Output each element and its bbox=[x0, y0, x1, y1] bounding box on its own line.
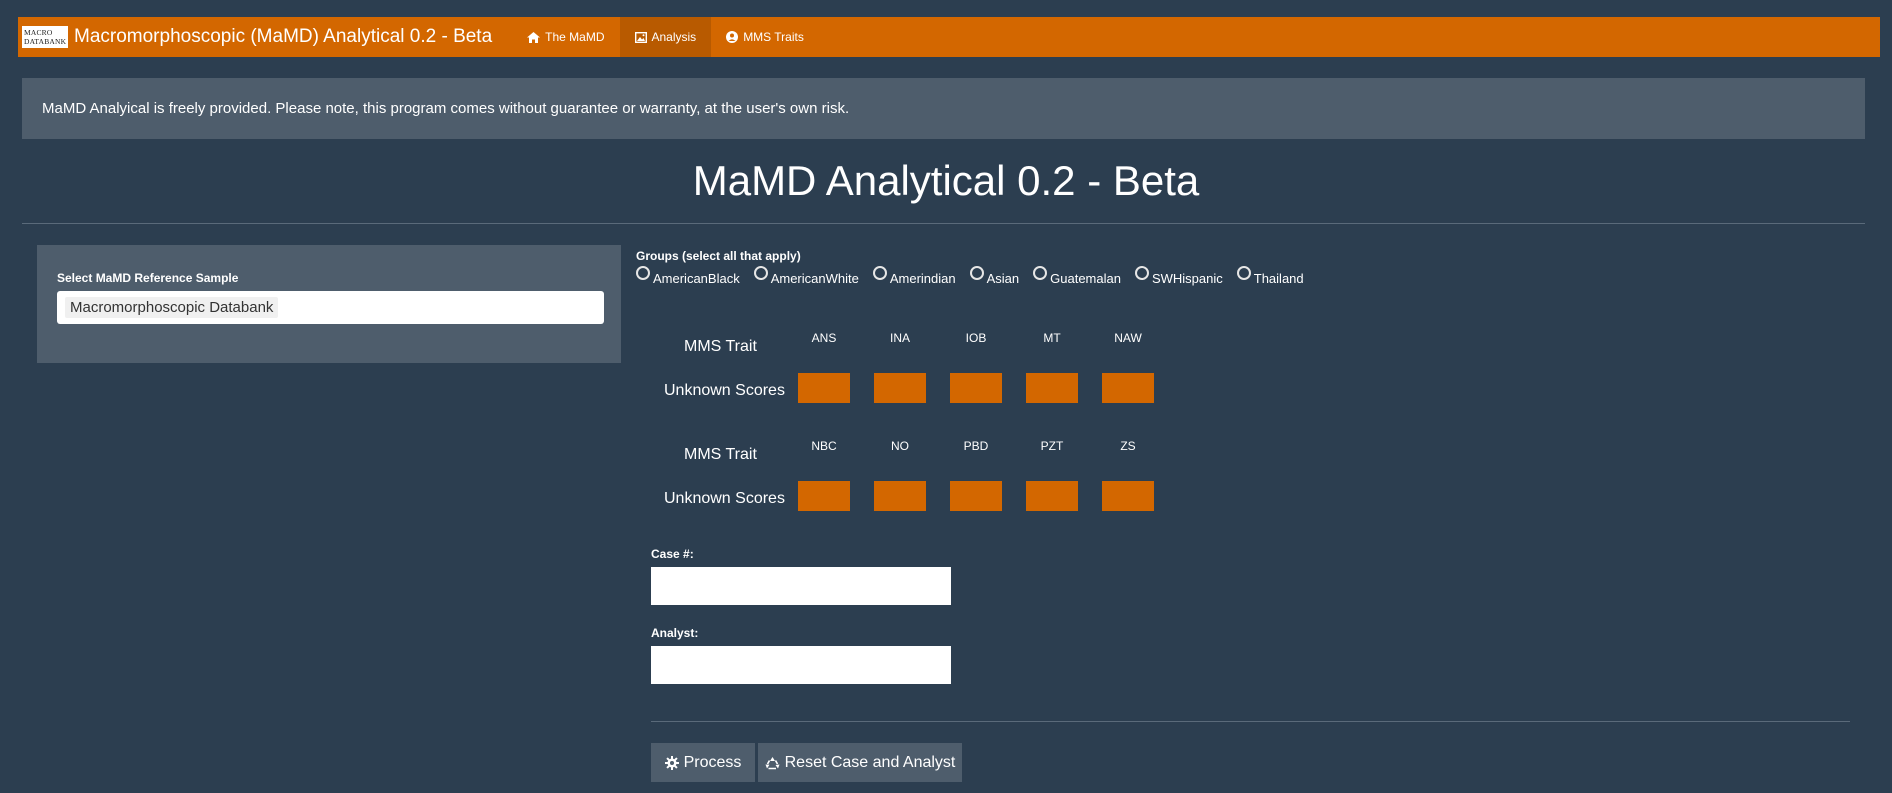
group-option-amerindian[interactable]: Amerindian bbox=[872, 266, 956, 286]
score-input-nbc[interactable] bbox=[798, 481, 850, 511]
reset-case-analyst-button[interactable]: Reset Case and Analyst bbox=[758, 743, 962, 782]
group-label: Guatemalan bbox=[1050, 271, 1121, 286]
picture-icon bbox=[634, 31, 647, 43]
divider bbox=[651, 721, 1850, 722]
score-input-no[interactable] bbox=[874, 481, 926, 511]
process-label: Process bbox=[683, 753, 742, 771]
group-label: SWHispanic bbox=[1151, 271, 1223, 286]
home-icon bbox=[527, 31, 541, 43]
unknown-scores-label: Unknown Scores bbox=[664, 490, 785, 507]
top-navbar: MACRO DATABANK Macromorphoscopic (MaMD) … bbox=[18, 17, 1880, 57]
score-input-zs[interactable] bbox=[1102, 481, 1154, 511]
score-input-mt[interactable] bbox=[1026, 373, 1078, 403]
trait-name-naw: NAW bbox=[1114, 331, 1142, 345]
trait-name-no: NO bbox=[891, 439, 909, 453]
radio-button[interactable] bbox=[1134, 266, 1149, 280]
group-label: Asian bbox=[986, 271, 1020, 286]
group-option-guatemalan[interactable]: Guatemalan bbox=[1033, 266, 1121, 286]
disclaimer-notice: MaMD Analyical is freely provided. Pleas… bbox=[22, 78, 1865, 139]
reference-sample-select[interactable]: Macromorphoscopic Databank bbox=[57, 291, 604, 324]
score-input-ans[interactable] bbox=[798, 373, 850, 403]
user-circle-icon bbox=[726, 31, 739, 43]
trait-name-mt: MT bbox=[1043, 331, 1061, 345]
trait-name-pbd: PBD bbox=[963, 439, 989, 453]
trait-name-pzt: PZT bbox=[1040, 439, 1064, 453]
mms-trait-label: MMS Trait bbox=[684, 338, 757, 355]
gear-icon bbox=[664, 755, 679, 770]
reference-sample-label: Select MaMD Reference Sample bbox=[57, 271, 239, 285]
app-title: Macromorphoscopic (MaMD) Analytical 0.2 … bbox=[74, 26, 493, 47]
tab-label: Analysis bbox=[651, 30, 697, 44]
tab-analysis[interactable]: Analysis bbox=[619, 17, 712, 57]
radio-button[interactable] bbox=[969, 266, 984, 280]
group-label: Amerindian bbox=[889, 271, 956, 286]
logo-line-2: DATABANK bbox=[24, 37, 67, 46]
macro-databank-logo: MACRO DATABANK bbox=[22, 26, 68, 48]
trait-name-ans: ANS bbox=[811, 331, 837, 345]
radio-button[interactable] bbox=[636, 266, 650, 280]
group-label: AmericanWhite bbox=[770, 271, 859, 286]
radio-button[interactable] bbox=[1236, 266, 1251, 280]
tab-mms-traits[interactable]: MMS Traits bbox=[711, 17, 819, 57]
unknown-scores-label: Unknown Scores bbox=[664, 382, 785, 399]
sidebar-panel: Select MaMD Reference Sample Macromorpho… bbox=[37, 245, 621, 363]
reset-label: Reset Case and Analyst bbox=[784, 753, 956, 771]
process-button[interactable]: Process bbox=[651, 743, 755, 782]
score-input-pzt[interactable] bbox=[1026, 481, 1078, 511]
group-option-thailand[interactable]: Thailand bbox=[1236, 266, 1304, 286]
trait-name-zs: ZS bbox=[1120, 439, 1136, 453]
group-label: AmericanBlack bbox=[653, 271, 740, 286]
analyst-input[interactable] bbox=[651, 646, 951, 684]
brand[interactable]: MACRO DATABANK Macromorphoscopic (MaMD) … bbox=[18, 17, 512, 57]
radio-button[interactable] bbox=[872, 266, 887, 280]
trait-name-iob: IOB bbox=[965, 331, 987, 345]
logo-line-1: MACRO bbox=[24, 28, 53, 37]
disclaimer-text: MaMD Analyical is freely provided. Pleas… bbox=[42, 100, 850, 117]
case-number-input[interactable] bbox=[651, 567, 951, 605]
groups-radio-group: AmericanBlack AmericanWhite Amerindian A… bbox=[636, 266, 1318, 286]
trait-name-nbc: NBC bbox=[811, 439, 837, 453]
page-title: MaMD Analytical 0.2 - Beta bbox=[692, 157, 1200, 204]
trait-name-ina: INA bbox=[889, 331, 910, 345]
score-input-ina[interactable] bbox=[874, 373, 926, 403]
tab-the-mamd[interactable]: The MaMD bbox=[512, 17, 619, 57]
radio-button[interactable] bbox=[1033, 266, 1048, 280]
recycle-icon bbox=[765, 756, 780, 770]
group-label: Thailand bbox=[1253, 271, 1304, 286]
tab-label: The MaMD bbox=[545, 30, 605, 44]
groups-label: Groups (select all that apply) bbox=[636, 249, 801, 263]
tab-label: MMS Traits bbox=[743, 30, 804, 44]
score-input-naw[interactable] bbox=[1102, 373, 1154, 403]
case-number-label: Case #: bbox=[651, 547, 694, 561]
score-input-pbd[interactable] bbox=[950, 481, 1002, 511]
group-option-americanwhite[interactable]: AmericanWhite bbox=[753, 266, 859, 286]
group-option-swhispanic[interactable]: SWHispanic bbox=[1134, 266, 1223, 286]
divider bbox=[22, 223, 1865, 224]
selected-sample[interactable]: Macromorphoscopic Databank bbox=[65, 297, 279, 318]
score-input-iob[interactable] bbox=[950, 373, 1002, 403]
radio-button[interactable] bbox=[753, 266, 768, 280]
analyst-label: Analyst: bbox=[651, 626, 699, 640]
group-option-asian[interactable]: Asian bbox=[969, 266, 1020, 286]
group-option-americanblack[interactable]: AmericanBlack bbox=[636, 266, 740, 286]
mms-trait-label: MMS Trait bbox=[684, 446, 757, 463]
